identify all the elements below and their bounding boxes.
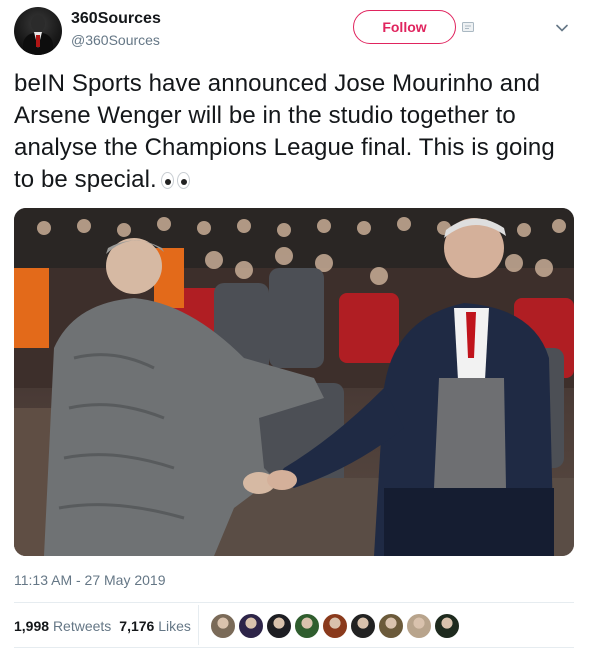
avatar-tie-shape bbox=[36, 35, 40, 47]
retweets-label: Retweets bbox=[52, 618, 112, 634]
profile-avatar[interactable] bbox=[14, 7, 62, 55]
eyes-emoji-icon bbox=[160, 172, 190, 189]
likers-avatars bbox=[210, 613, 460, 639]
likes-count: 7,176 bbox=[119, 618, 155, 634]
account-name[interactable]: 360Sources bbox=[71, 10, 161, 28]
liker-avatar[interactable] bbox=[238, 613, 264, 639]
liker-avatar[interactable] bbox=[434, 613, 460, 639]
tweet-body: beIN Sports have announced Jose Mourinho… bbox=[14, 70, 555, 193]
liker-avatar[interactable] bbox=[350, 613, 376, 639]
follow-button[interactable]: Follow bbox=[353, 10, 456, 44]
avatar-head-shape bbox=[31, 15, 45, 32]
notification-icon[interactable] bbox=[462, 21, 474, 33]
liker-avatar[interactable] bbox=[294, 613, 320, 639]
tweet-timestamp[interactable]: 11:13 AM - 27 May 2019 bbox=[14, 572, 166, 588]
tweet-stats: 1,998 Retweets 7,176 Likes bbox=[14, 618, 191, 634]
liker-avatar[interactable] bbox=[406, 613, 432, 639]
liker-avatar[interactable] bbox=[210, 613, 236, 639]
likes-stat[interactable]: 7,176 Likes bbox=[119, 618, 191, 634]
liker-avatar[interactable] bbox=[266, 613, 292, 639]
tweet-photo[interactable] bbox=[14, 208, 574, 556]
retweets-stat[interactable]: 1,998 Retweets bbox=[14, 618, 111, 634]
divider-bottom bbox=[14, 647, 574, 648]
stats-separator bbox=[198, 605, 199, 645]
account-handle[interactable]: @360Sources bbox=[71, 32, 160, 48]
tweet-card: 360Sources @360Sources Follow beIN Sport… bbox=[0, 0, 589, 654]
divider-top bbox=[14, 602, 574, 603]
liker-avatar[interactable] bbox=[322, 613, 348, 639]
tweet-text: beIN Sports have announced Jose Mourinho… bbox=[14, 68, 574, 196]
retweets-count: 1,998 bbox=[14, 618, 50, 634]
photo-illustration bbox=[14, 208, 574, 556]
likes-label: Likes bbox=[158, 618, 191, 634]
chevron-down-icon[interactable] bbox=[556, 24, 568, 32]
liker-avatar[interactable] bbox=[378, 613, 404, 639]
